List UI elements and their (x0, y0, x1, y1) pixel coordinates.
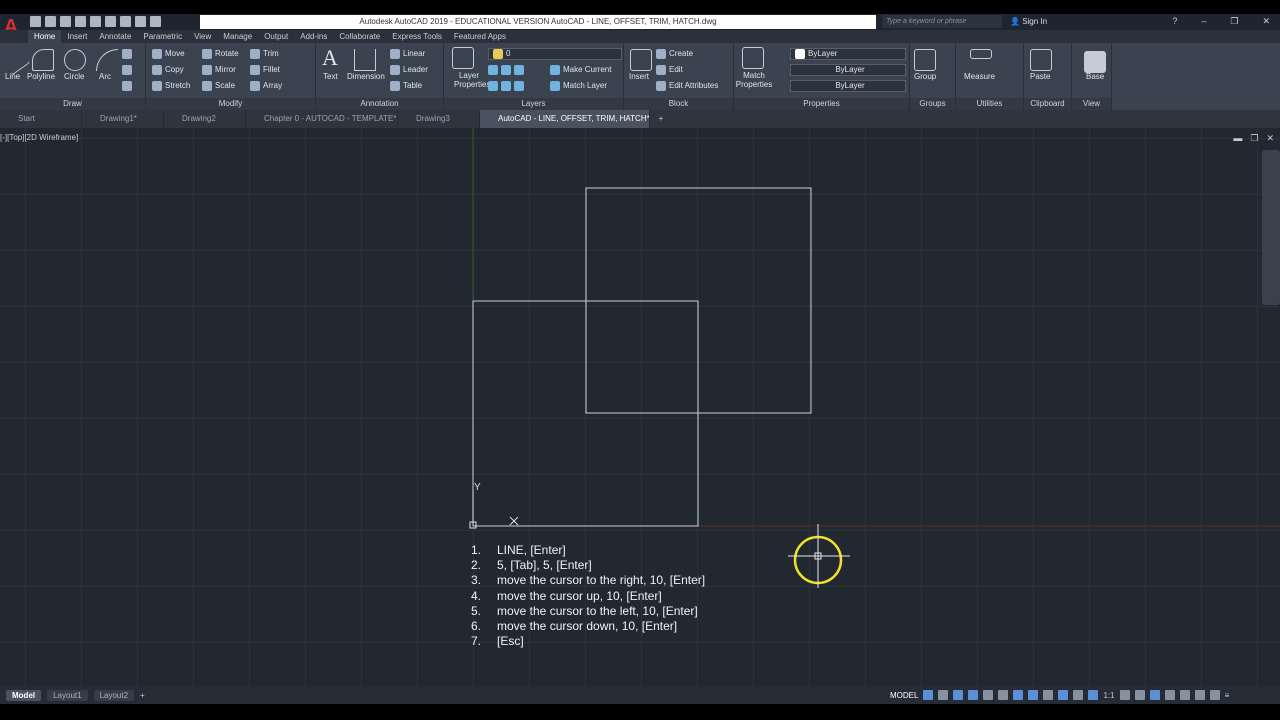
step-row: 3. move the cursor to the right, 10, [Ent… (471, 573, 706, 588)
infer-constraints-icon[interactable] (953, 690, 964, 700)
clean-screen-icon[interactable] (1209, 690, 1220, 700)
layout-tab-model[interactable]: Model (6, 689, 42, 701)
hardware-acceleration-icon[interactable] (1179, 690, 1190, 700)
polar-tracking-icon[interactable] (998, 690, 1009, 700)
quick-properties-icon[interactable] (1164, 690, 1175, 700)
units-icon[interactable] (1149, 690, 1160, 700)
dynamic-input-icon[interactable] (968, 690, 979, 700)
object-snap-tracking-icon[interactable] (1028, 690, 1039, 700)
annotation-visibility-icon[interactable] (1088, 690, 1099, 700)
step-row: 7. [Esc] (471, 634, 524, 649)
layout-tab-layout1[interactable]: Layout1 (47, 689, 88, 701)
grid-toggle-icon[interactable] (923, 690, 934, 700)
crosshair-cursor-icon (788, 524, 850, 588)
isolate-objects-icon[interactable] (1194, 690, 1205, 700)
annotation-monitor-icon[interactable] (1134, 690, 1145, 700)
annotation-scale-dropdown[interactable]: 1:1 (1103, 691, 1114, 700)
step-row: 5. move the cursor to the left, 10, [Ente… (471, 603, 698, 618)
step-row: 4. move the cursor up, 10, [Enter] (471, 588, 662, 603)
lineweight-toggle-icon[interactable] (1058, 690, 1069, 700)
step-row: 6. move the cursor down, 10, [Enter] (471, 619, 678, 634)
isodraft-icon[interactable] (1013, 690, 1024, 700)
snap-toggle-icon[interactable] (938, 690, 949, 700)
workspace-gear-icon[interactable] (1119, 690, 1130, 700)
ortho-toggle-icon[interactable] (983, 690, 994, 700)
instruction-steps: 1. LINE, [Enter] 2. 5, [Tab], 5, [Enter] 3… (471, 543, 705, 649)
layout-tabs: Model Layout1 Layout2 + (0, 686, 880, 704)
status-bar: MODEL 1:1 ≡ (880, 686, 1280, 704)
layout-tab-layout2[interactable]: Layout2 (93, 689, 135, 701)
transparency-icon[interactable] (1073, 690, 1084, 700)
model-space-button[interactable]: MODEL (890, 691, 918, 700)
object-snap-icon[interactable] (1043, 690, 1054, 700)
bottom-strip (0, 704, 1280, 720)
add-layout-icon[interactable]: + (140, 691, 145, 700)
customize-menu-icon[interactable]: ≡ (1225, 691, 1230, 700)
step-row: 2. 5, [Tab], 5, [Enter] (471, 558, 592, 573)
step-row: 1. LINE, [Enter] (471, 543, 566, 557)
ucs-y-label: Y (474, 482, 481, 493)
